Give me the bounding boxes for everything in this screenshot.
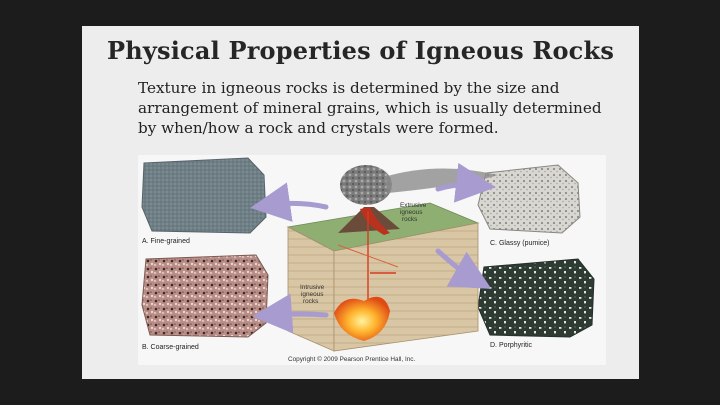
porphyritic-rock-image bbox=[477, 258, 595, 338]
label-fine-grained: A. Fine-grained bbox=[142, 238, 190, 245]
body-line-2: arrangement of mineral grains, which is … bbox=[138, 99, 602, 117]
label-coarse-grained: B. Coarse-grained bbox=[142, 344, 199, 351]
arrow-to-coarse-grained bbox=[252, 293, 329, 334]
label-extrusive-1: Extrusive bbox=[400, 202, 427, 209]
label-porphyritic: D. Porphyritic bbox=[490, 342, 533, 349]
label-intrusive-2: igneous bbox=[301, 291, 323, 298]
label-glassy: C. Glassy (pumice) bbox=[490, 240, 550, 247]
fine-grained-rock-image bbox=[141, 157, 267, 234]
slide-title: Physical Properties of Igneous Rocks bbox=[106, 36, 615, 65]
slide: Physical Properties of Igneous Rocks Tex… bbox=[82, 26, 639, 379]
body-line-1: Texture in igneous rocks is determined b… bbox=[138, 79, 560, 97]
arrow-to-glassy bbox=[435, 162, 496, 203]
igneous-texture-figure: A. Fine-grained B. Coarse-grained C. Gla… bbox=[138, 155, 606, 365]
body-line-3: by when/how a rock and crystals were for… bbox=[138, 119, 499, 137]
label-extrusive-2: igneous bbox=[400, 209, 422, 216]
arrow-to-fine-grained bbox=[250, 182, 329, 222]
volcano-block-diagram bbox=[286, 165, 498, 352]
label-intrusive-3: rocks bbox=[303, 298, 318, 305]
slide-body-text: Texture in igneous rocks is determined b… bbox=[138, 78, 633, 138]
label-intrusive-1: Intrusive bbox=[300, 284, 325, 291]
figure-illustration: A. Fine-grained B. Coarse-grained C. Gla… bbox=[141, 157, 595, 363]
label-extrusive-3: rocks bbox=[402, 216, 417, 223]
coarse-grained-rock-image bbox=[141, 254, 269, 338]
ash-cloud bbox=[340, 165, 392, 205]
copyright-text: Copyright © 2009 Pearson Prentice Hall, … bbox=[288, 355, 415, 363]
